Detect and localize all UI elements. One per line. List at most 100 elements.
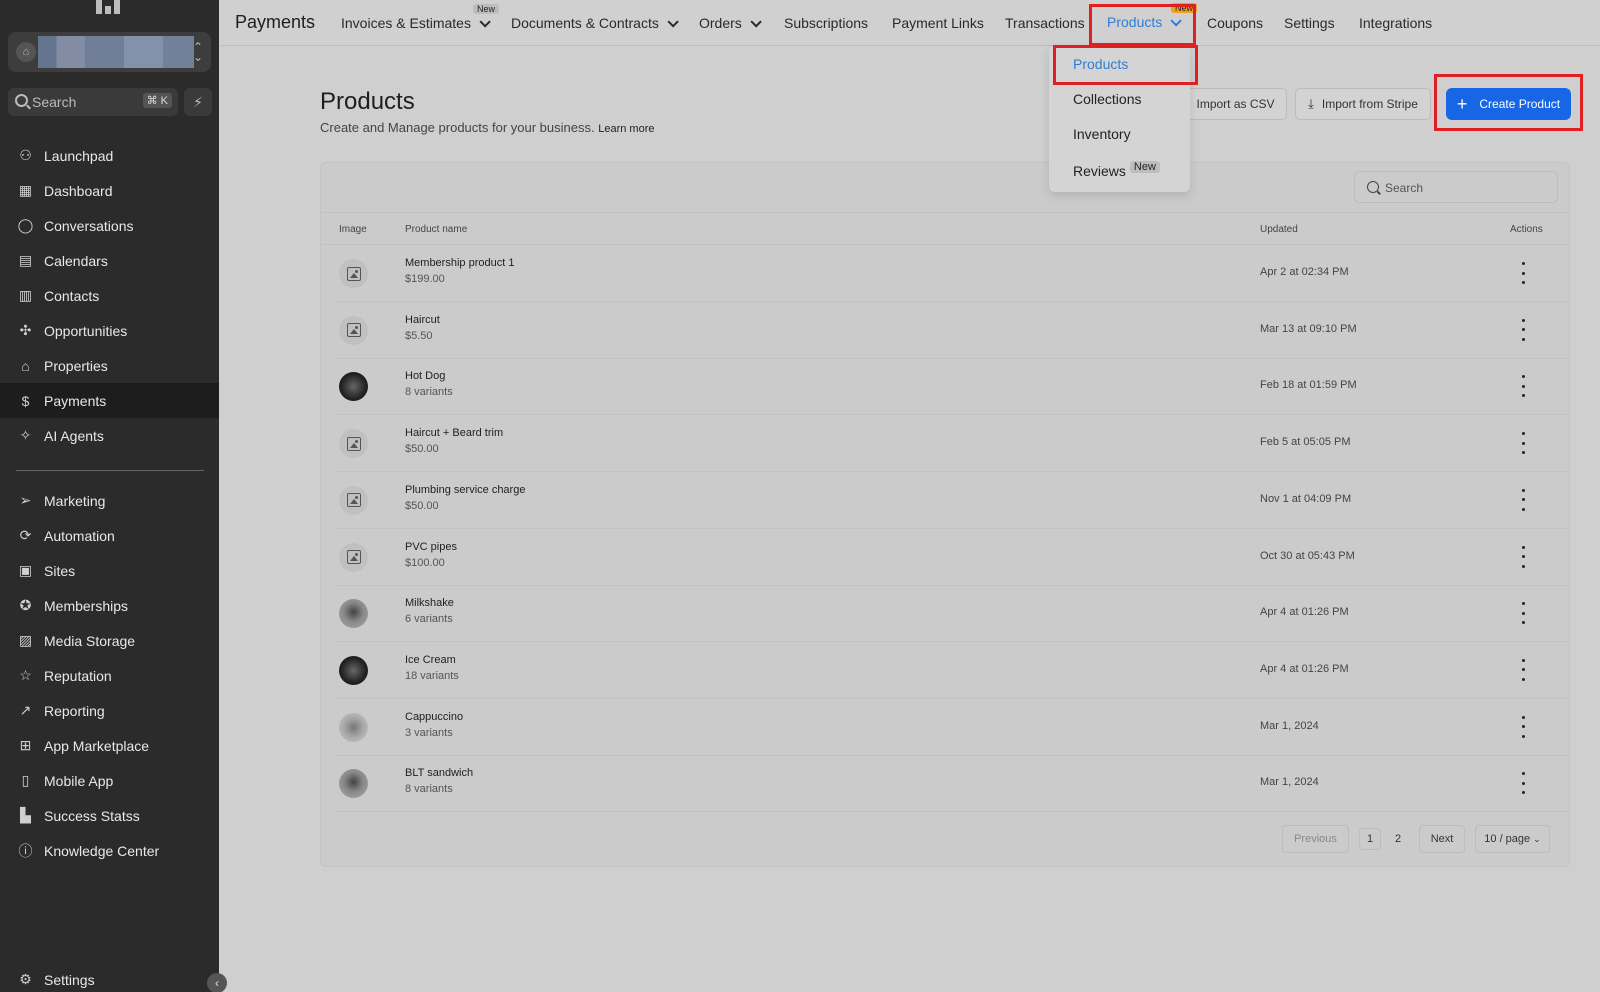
account-switcher[interactable]: ⌂ ⌃ ⌄ [8, 32, 211, 72]
product-name[interactable]: Hot Dog [405, 370, 445, 382]
sidebar-item-memberships[interactable]: ✪ Memberships [0, 588, 219, 623]
sidebar-item-calendars[interactable]: ▤ Calendars [0, 243, 219, 278]
menu-item-reviews[interactable]: Reviews New [1073, 161, 1160, 179]
sidebar-item-mobile-app[interactable]: ▯ Mobile App [0, 763, 219, 798]
more-actions-icon[interactable] [1520, 318, 1526, 341]
sidebar-item-media-storage[interactable]: ▨ Media Storage [0, 623, 219, 658]
updated-date: Apr 4 at 01:26 PM [1260, 662, 1349, 675]
collapse-sidebar-button[interactable]: ‹ [207, 973, 227, 992]
sidebar-item-label: Sites [44, 562, 76, 579]
tab-payment-links[interactable]: Payment Links [892, 15, 984, 31]
tab-subscriptions[interactable]: Subscriptions [784, 15, 868, 31]
image-placeholder-icon [339, 429, 368, 459]
menu-item-products[interactable]: Products [1073, 56, 1128, 72]
sidebar-item-app-marketplace[interactable]: ⊞ App Marketplace [0, 728, 219, 763]
tab-products[interactable]: Products [1107, 14, 1183, 30]
button-label: Create Product [1479, 97, 1561, 111]
sparkle-icon: ✧ [19, 427, 32, 443]
import-stripe-button[interactable]: ⤓ Import from Stripe [1295, 88, 1431, 120]
tab-integrations[interactable]: Integrations [1359, 15, 1432, 31]
sidebar-item-knowledge-center[interactable]: ⓘ Knowledge Center [0, 833, 219, 868]
more-actions-icon[interactable] [1520, 602, 1526, 625]
sidebar-item-label: Knowledge Center [44, 842, 160, 859]
chevron-updown-icon: ⌃ ⌄ [192, 40, 203, 64]
sidebar-item-launchpad[interactable]: ⚇ Launchpad [0, 138, 219, 173]
tab-coupons[interactable]: Coupons [1207, 15, 1263, 31]
sidebar-item-contacts[interactable]: ▥ Contacts [0, 278, 219, 313]
payments-icon: $ [21, 392, 30, 409]
quick-actions-button[interactable]: ⚡︎ [184, 88, 212, 116]
home-icon: ⌂ [21, 357, 30, 374]
next-page-button[interactable]: Next [1419, 825, 1465, 853]
product-name[interactable]: BLT sandwich [405, 767, 473, 779]
menu-item-collections[interactable]: Collections [1073, 91, 1141, 107]
more-actions-icon[interactable] [1520, 715, 1526, 738]
sidebar-item-conversations[interactable]: ◯ Conversations [0, 208, 219, 243]
tab-transactions[interactable]: Transactions [1005, 15, 1085, 31]
table-row[interactable]: Haircut $5.50 Mar 13 at 09:10 PM [335, 302, 1570, 359]
sidebar-item-label: Automation [44, 527, 115, 544]
menu-label: Collections [1073, 91, 1142, 107]
tab-label: Invoices & Estimates [341, 15, 471, 31]
more-actions-icon[interactable] [1520, 772, 1526, 795]
sidebar-item-properties[interactable]: ⌂ Properties [0, 348, 219, 383]
table-row[interactable]: Milkshake 6 variants Apr 4 at 01:26 PM [335, 585, 1570, 643]
product-name[interactable]: Membership product 1 [405, 257, 514, 269]
sidebar-item-payments[interactable]: $ Payments [0, 383, 219, 418]
menu-item-inventory[interactable]: Inventory [1073, 126, 1131, 142]
more-actions-icon[interactable] [1520, 375, 1526, 398]
table-row[interactable]: BLT sandwich 8 variants Mar 1, 2024 [335, 755, 1570, 813]
tab-label: Products [1107, 14, 1163, 30]
sidebar-item-label: Properties [44, 357, 108, 374]
tab-invoices-estimates[interactable]: Invoices & Estimates [341, 15, 491, 31]
product-name[interactable]: Plumbing service charge [405, 484, 525, 496]
page-2-button[interactable]: 2 [1390, 825, 1406, 853]
more-actions-icon[interactable] [1520, 658, 1526, 681]
subtitle-text: Create and Manage products for your busi… [320, 120, 595, 135]
product-price-or-variants: 3 variants [405, 726, 453, 739]
table-search-input[interactable]: Search [1354, 171, 1558, 203]
page-size-select[interactable]: 10 / page ⌄ [1475, 825, 1550, 853]
sidebar-item-success-statss[interactable]: ▙ Success Statss [0, 798, 219, 833]
sidebar-item-dashboard[interactable]: ▦ Dashboard [0, 173, 219, 208]
sidebar-item-reputation[interactable]: ☆ Reputation [0, 658, 219, 693]
product-name[interactable]: Cappuccino [405, 711, 463, 723]
sidebar-item-sites[interactable]: ▣ Sites [0, 553, 219, 588]
tab-label: Payment Links [892, 15, 984, 31]
tab-documents-contracts[interactable]: Documents & Contracts [511, 15, 679, 31]
sidebar-item-reporting[interactable]: ↗ Reporting [0, 693, 219, 728]
more-actions-icon[interactable] [1520, 262, 1526, 284]
sidebar-item-marketing[interactable]: ➢ Marketing [0, 483, 219, 518]
table-row[interactable]: Membership product 1 $199.00 Apr 2 at 02:3… [335, 245, 1570, 302]
product-name[interactable]: Haircut + Beard trim [405, 427, 503, 439]
automation-icon: ⟳ [19, 527, 32, 543]
more-actions-icon[interactable] [1520, 488, 1526, 511]
import-csv-button[interactable]: Import as CSV [1184, 88, 1287, 120]
create-product-button[interactable]: + Create Product [1446, 88, 1571, 120]
product-name[interactable]: PVC pipes [405, 541, 457, 553]
product-name[interactable]: Haircut [405, 314, 440, 326]
sidebar-item-ai-agents[interactable]: ✧ AI Agents [0, 418, 219, 453]
learn-more-link[interactable]: Learn more [598, 123, 654, 135]
tab-settings[interactable]: Settings [1284, 15, 1335, 31]
table-row[interactable]: PVC pipes $100.00 Oct 30 at 05:43 PM [335, 529, 1570, 586]
sidebar-search[interactable]: Search ⌘ K [8, 88, 178, 116]
sidebar-item-automation[interactable]: ⟳ Automation [0, 518, 219, 553]
tab-orders[interactable]: Orders [699, 15, 762, 31]
sidebar-item-settings[interactable]: ⚙ Settings [0, 962, 219, 992]
sidebar-item-opportunities[interactable]: ✣ Opportunities [0, 313, 219, 348]
previous-page-button[interactable]: Previous [1282, 825, 1349, 853]
more-actions-icon[interactable] [1520, 545, 1526, 568]
table-row[interactable]: Hot Dog 8 variants Feb 18 at 01:59 PM [335, 358, 1570, 416]
grid-icon: ▦ [18, 182, 33, 198]
table-row[interactable]: Haircut + Beard trim $50.00 Feb 5 at 05:05… [335, 415, 1570, 473]
more-actions-icon[interactable] [1520, 432, 1526, 455]
product-name[interactable]: Ice Cream [405, 654, 456, 666]
table-row[interactable]: Ice Cream 18 variants Apr 4 at 01:26 PM [335, 642, 1570, 699]
product-name[interactable]: Milkshake [405, 597, 454, 609]
page-1-button[interactable]: 1 [1359, 828, 1381, 850]
table-row[interactable]: Plumbing service charge $50.00 Nov 1 at 04… [335, 472, 1570, 529]
page-number: 1 [1366, 833, 1374, 845]
calendar-icon: ▤ [18, 252, 33, 268]
table-row[interactable]: Cappuccino 3 variants Mar 1, 2024 [335, 699, 1570, 756]
